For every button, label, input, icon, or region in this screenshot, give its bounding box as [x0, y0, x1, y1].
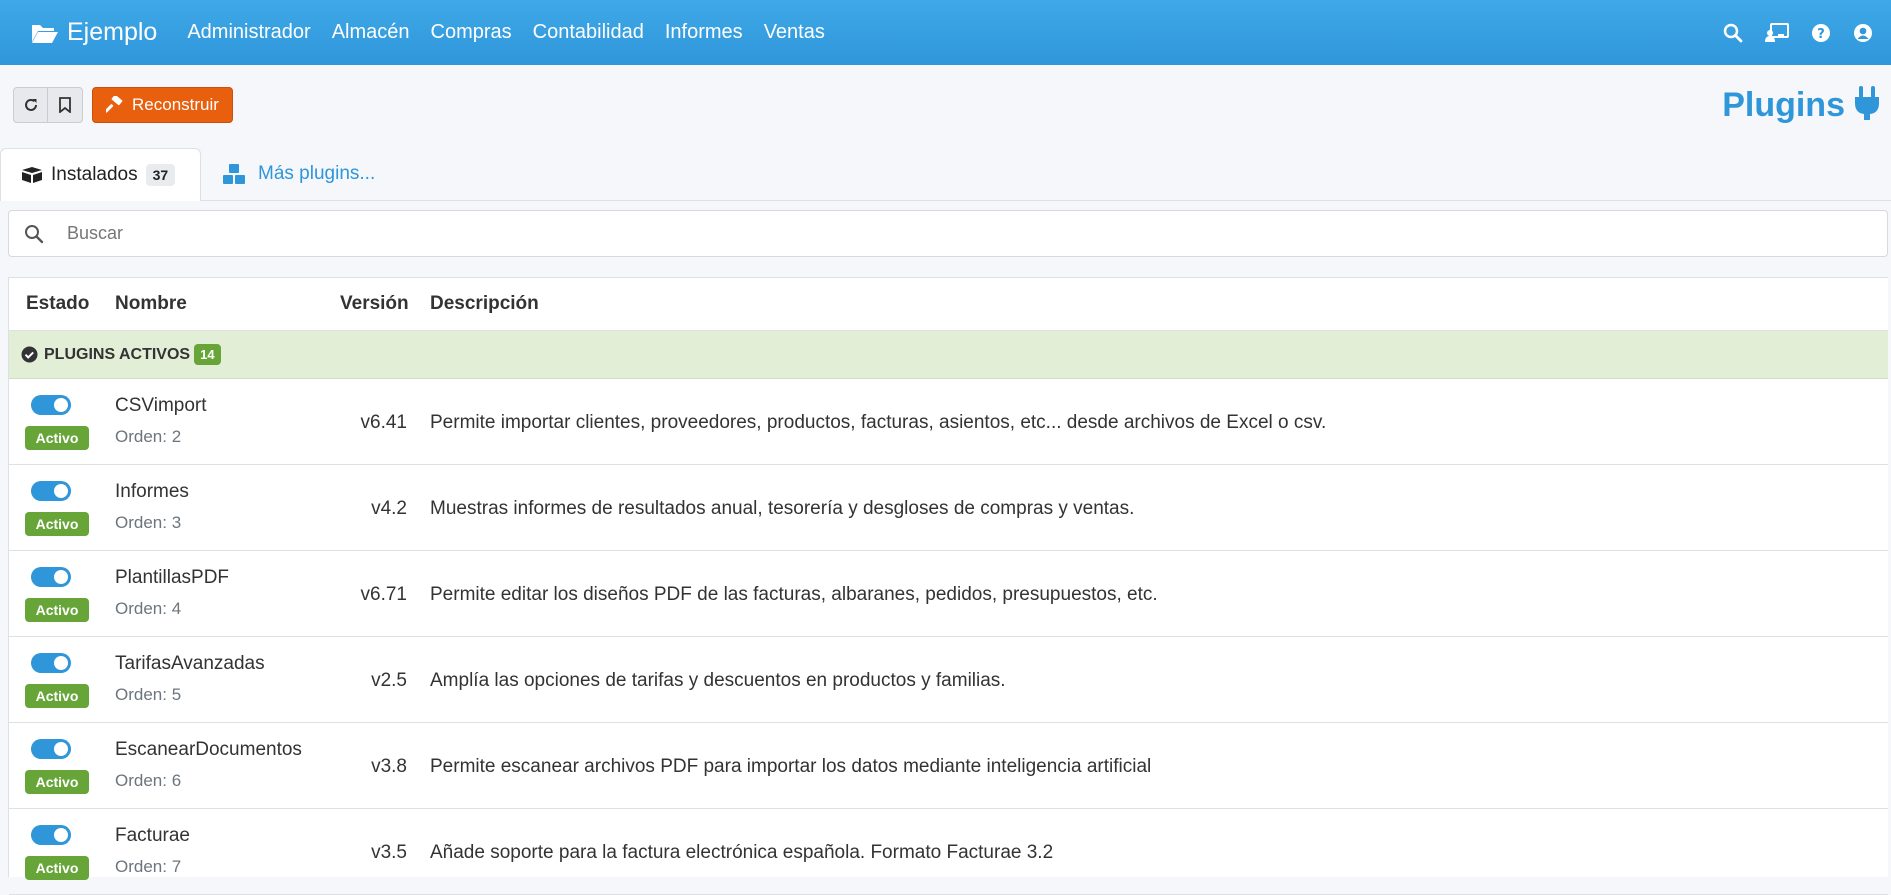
refresh-icon: [24, 98, 37, 111]
plugin-description: Añade soporte para la factura electrónic…: [430, 842, 1054, 863]
folder-open-icon: [32, 24, 58, 43]
menu-item-almacen[interactable]: Almacén: [332, 21, 410, 44]
refresh-button[interactable]: [13, 87, 48, 123]
search-input[interactable]: [65, 222, 1769, 245]
plugin-order: Orden: 3: [115, 513, 182, 532]
bookmark-button[interactable]: [48, 87, 83, 123]
rebuild-label: Reconstruir: [132, 95, 219, 114]
toggle-switch[interactable]: [31, 395, 71, 415]
plugin-name: PlantillasPDF: [115, 567, 230, 588]
plugin-description: Permite editar los diseños PDF de las fa…: [430, 584, 1158, 605]
plugins-table: Estado Nombre Versión Descripción PLUGIN…: [8, 277, 1888, 895]
table-row[interactable]: Activo CSVimport Orden: 2 v6.41 Permite …: [9, 379, 1888, 465]
status-badge: Activo: [25, 856, 89, 880]
page-title-text: Plugins: [1722, 85, 1845, 124]
plugin-order: Orden: 5: [115, 685, 182, 704]
toggle-switch[interactable]: [31, 567, 71, 587]
menu-item-contabilidad[interactable]: Contabilidad: [533, 21, 644, 44]
plugin-description: Amplía las opciones de tarifas y descuen…: [430, 670, 1006, 691]
plugin-name: CSVimport: [115, 395, 207, 416]
plugin-order: Orden: 6: [115, 771, 182, 790]
menu-item-compras[interactable]: Compras: [431, 21, 512, 44]
page-title: Plugins: [1722, 85, 1881, 125]
bookmark-icon: [59, 97, 71, 113]
plugin-version: v6.71: [360, 584, 407, 605]
search-icon[interactable]: [1723, 23, 1743, 43]
menu-item-administrador[interactable]: Administrador: [187, 21, 310, 44]
plugin-order: Orden: 7: [115, 857, 182, 876]
rebuild-button[interactable]: Reconstruir: [92, 87, 233, 123]
table-header: Estado Nombre Versión Descripción: [9, 278, 1888, 331]
svg-text:?: ?: [1817, 27, 1825, 42]
header-version: Versión: [340, 293, 409, 314]
plugin-name: EscanearDocumentos: [115, 739, 302, 760]
navbar-icons: ?: [1701, 0, 1873, 65]
toggle-switch[interactable]: [31, 481, 71, 501]
toggle-switch[interactable]: [31, 739, 71, 759]
menu-item-informes[interactable]: Informes: [665, 21, 743, 44]
status-badge: Activo: [25, 512, 89, 536]
status-badge: Activo: [25, 426, 89, 450]
group-count-badge: 14: [194, 344, 221, 365]
table-row[interactable]: Activo TarifasAvanzadas Orden: 5 v2.5 Am…: [9, 637, 1888, 723]
tab-more-plugins[interactable]: Más plugins...: [222, 148, 375, 200]
toggle-switch[interactable]: [31, 825, 71, 845]
plugin-version: v2.5: [371, 670, 407, 691]
search-icon: [25, 224, 44, 243]
plugin-description: Permite importar clientes, proveedores, …: [430, 412, 1327, 433]
hammer-icon: [106, 96, 123, 113]
plugin-order: Orden: 2: [115, 427, 182, 446]
menu-item-ventas[interactable]: Ventas: [764, 21, 825, 44]
status-badge: Activo: [25, 598, 89, 622]
plugin-version: v6.41: [360, 412, 407, 433]
help-icon[interactable]: ?: [1811, 23, 1831, 43]
chalkboard-user-icon[interactable]: [1765, 22, 1789, 43]
toolbar-button-group: [13, 87, 83, 123]
main-menu: Administrador Almacén Compras Contabilid…: [187, 21, 846, 44]
table-row[interactable]: Activo PlantillasPDF Orden: 4 v6.71 Perm…: [9, 551, 1888, 637]
plugin-name: Facturae: [115, 825, 190, 846]
group-label: PLUGINS ACTIVOS: [44, 345, 191, 363]
status-badge: Activo: [25, 684, 89, 708]
plug-icon: [1855, 86, 1879, 120]
table-row[interactable]: Activo Informes Orden: 3 v4.2 Muestras i…: [9, 465, 1888, 551]
plugin-description: Muestras informes de resultados anual, t…: [430, 498, 1135, 519]
top-navbar: Ejemplo Administrador Almacén Compras Co…: [0, 0, 1891, 65]
toggle-switch[interactable]: [31, 653, 71, 673]
table-row[interactable]: Activo EscanearDocumentos Orden: 6 v3.8 …: [9, 723, 1888, 809]
header-name: Nombre: [115, 293, 187, 314]
status-badge: Activo: [25, 770, 89, 794]
installed-count-badge: 37: [145, 164, 176, 186]
plugin-version: v4.2: [371, 498, 407, 519]
tab-installed[interactable]: Instalados 37: [0, 148, 201, 201]
cubes-icon: [223, 164, 245, 184]
tabs: Instalados 37 Más plugins...: [0, 148, 1891, 201]
group-row-active: PLUGINS ACTIVOS 14: [9, 331, 1888, 379]
header-status: Estado: [26, 293, 90, 314]
user-icon[interactable]: [1853, 23, 1873, 43]
brand[interactable]: Ejemplo: [31, 18, 157, 47]
brand-name: Ejemplo: [67, 18, 158, 46]
plugin-order: Orden: 4: [115, 599, 182, 618]
tab-installed-label: Instalados: [51, 164, 138, 185]
header-description: Descripción: [430, 293, 539, 314]
plugin-name: TarifasAvanzadas: [115, 653, 265, 674]
toolbar: Reconstruir Plugins: [0, 65, 1891, 148]
plugin-name: Informes: [115, 481, 189, 502]
search-box: [8, 210, 1888, 257]
boxes-icon: [22, 167, 42, 183]
plugin-description: Permite escanear archivos PDF para impor…: [430, 756, 1152, 777]
plugin-version: v3.8: [371, 756, 407, 777]
plugin-version: v3.5: [371, 842, 407, 863]
tab-more-label: Más plugins...: [258, 163, 376, 184]
check-circle-icon: [21, 346, 38, 363]
table-row[interactable]: Activo Facturae Orden: 7 v3.5 Añade sopo…: [9, 809, 1888, 895]
